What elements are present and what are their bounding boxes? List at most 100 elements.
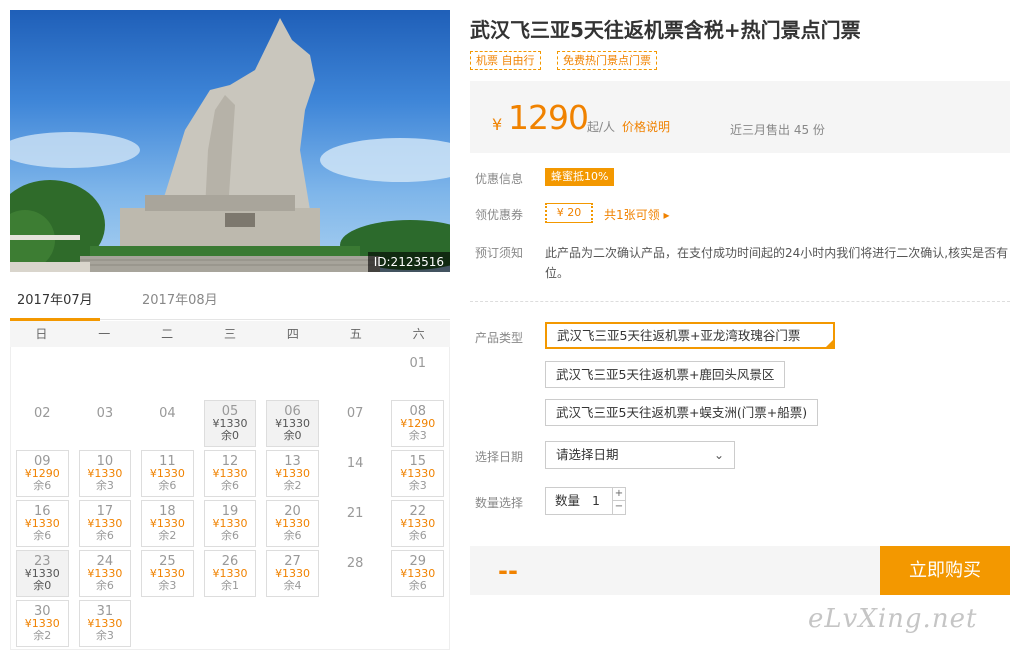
calendar-day[interactable]: 15 ¥1330 余3 bbox=[386, 447, 449, 497]
calendar-day-box[interactable]: 26 ¥1330 余1 bbox=[203, 550, 257, 597]
calendar-day-box[interactable]: 10 ¥1330 余3 bbox=[78, 450, 132, 497]
calendar-day-remaining: 余3 bbox=[95, 479, 114, 492]
calendar-day-box[interactable]: 11 ¥1330 余6 bbox=[141, 450, 194, 497]
calendar-day-box[interactable]: 31 ¥1330 余3 bbox=[78, 600, 132, 647]
calendar-day-box[interactable]: 25 ¥1330 余3 bbox=[141, 550, 194, 597]
calendar-day[interactable]: 27 ¥1330 余4 bbox=[261, 547, 324, 597]
calendar-day-box[interactable]: 12 ¥1330 余6 bbox=[203, 450, 257, 497]
coupon-label: 领优惠券 bbox=[475, 208, 524, 222]
image-id-badge: ID:2123516 bbox=[367, 252, 450, 272]
calendar-day[interactable]: 31 ¥1330 余3 bbox=[74, 597, 137, 647]
product-photo: ID:2123516 bbox=[10, 10, 450, 272]
calendar-day-box[interactable]: 19 ¥1330 余6 bbox=[203, 500, 257, 547]
calendar-day-box: 07 bbox=[329, 400, 382, 447]
calendar-day-remaining: 余0 bbox=[33, 579, 52, 592]
calendar-day[interactable]: 06 ¥1330 余0 bbox=[261, 397, 324, 447]
calendar-day-box: 28 bbox=[329, 550, 382, 597]
date-label: 选择日期 bbox=[475, 450, 524, 464]
calendar-day-number: 04 bbox=[159, 406, 176, 421]
product-type-option-2[interactable]: 武汉飞三亚5天往返机票+鹿回头风景区 bbox=[545, 361, 786, 388]
notice-label: 预订须知 bbox=[475, 246, 524, 260]
calendar-day-box[interactable]: 16 ¥1330 余6 bbox=[16, 500, 69, 547]
calendar-day[interactable]: 12 ¥1330 余6 bbox=[199, 447, 262, 497]
sold-count: 近三月售出 45 份 bbox=[730, 123, 825, 137]
calendar-day-box[interactable]: 17 ¥1330 余6 bbox=[78, 500, 132, 547]
calendar-day-number: 21 bbox=[346, 506, 364, 521]
calendar-day-box[interactable]: 18 ¥1330 余2 bbox=[141, 500, 194, 547]
calendar-day: 03 bbox=[74, 397, 137, 447]
coupon-claim-link[interactable]: 共1张可领 ▸ bbox=[604, 206, 669, 223]
calendar-empty-cell bbox=[74, 347, 137, 397]
calendar-day-remaining: 余4 bbox=[283, 579, 302, 592]
calendar-day-box[interactable]: 29 ¥1330 余6 bbox=[391, 550, 444, 597]
calendar-day[interactable]: 13 ¥1330 余2 bbox=[261, 447, 324, 497]
calendar-day[interactable]: 23 ¥1330 余0 bbox=[11, 547, 74, 597]
calendar-day-box[interactable]: 22 ¥1330 余6 bbox=[391, 500, 444, 547]
calendar-day-box[interactable]: 08 ¥1290 余3 bbox=[391, 400, 444, 447]
calendar-day-box[interactable]: 06 ¥1330 余0 bbox=[266, 400, 319, 447]
calendar-day[interactable]: 05 ¥1330 余0 bbox=[199, 397, 262, 447]
tab-month-july[interactable]: 2017年07月 bbox=[10, 290, 100, 321]
calendar-day[interactable]: 16 ¥1330 余6 bbox=[11, 497, 74, 547]
calendar-empty-cell bbox=[199, 347, 262, 397]
weekday-mon: 一 bbox=[98, 327, 111, 341]
calendar-day-box[interactable]: 20 ¥1330 余6 bbox=[266, 500, 319, 547]
calendar-day[interactable]: 22 ¥1330 余6 bbox=[386, 497, 449, 547]
coupon-ticket[interactable]: ¥ 20 bbox=[545, 203, 593, 223]
total-price: -- bbox=[498, 557, 518, 585]
quantity-stepper[interactable]: 数量 1 + − bbox=[545, 487, 626, 515]
calendar-empty-cell bbox=[136, 347, 199, 397]
calendar-day-box[interactable]: 24 ¥1330 余6 bbox=[78, 550, 132, 597]
tab-month-august[interactable]: 2017年08月 bbox=[142, 290, 218, 320]
tag-free-tickets: 免费热门景点门票 bbox=[557, 51, 657, 70]
weekday-wed: 三 bbox=[223, 327, 236, 341]
calendar-day-number: 07 bbox=[346, 406, 364, 421]
calendar-day[interactable]: 26 ¥1330 余1 bbox=[199, 547, 262, 597]
calendar-day-box[interactable]: 09 ¥1290 余6 bbox=[16, 450, 69, 497]
calendar-day-remaining: 余2 bbox=[158, 529, 177, 542]
quantity-label: 数量选择 bbox=[475, 496, 524, 510]
product-type-option-1[interactable]: 武汉飞三亚5天往返机票+亚龙湾玫瑰谷门票 bbox=[545, 322, 835, 349]
calendar-day[interactable]: 19 ¥1330 余6 bbox=[199, 497, 262, 547]
promo-badge: 蜂蜜抵10% bbox=[545, 168, 615, 186]
quantity-minus-button[interactable]: − bbox=[612, 501, 625, 514]
calendar-day-remaining: 余6 bbox=[33, 529, 52, 542]
calendar-empty-cell bbox=[261, 347, 324, 397]
quantity-value[interactable]: 1 bbox=[592, 488, 600, 514]
calendar-weekday-header: 日 一 二 三 四 五 六 bbox=[10, 321, 450, 347]
buy-now-button[interactable]: 立即购买 bbox=[880, 546, 1010, 595]
price-explain-link[interactable]: 价格说明 bbox=[622, 118, 670, 135]
calendar-day-box[interactable]: 27 ¥1330 余4 bbox=[266, 550, 319, 597]
quantity-plus-button[interactable]: + bbox=[612, 488, 625, 501]
calendar-day[interactable]: 10 ¥1330 余3 bbox=[74, 447, 137, 497]
calendar-day-box[interactable]: 13 ¥1330 余2 bbox=[266, 450, 319, 497]
calendar-day[interactable]: 25 ¥1330 余3 bbox=[136, 547, 199, 597]
calendar-day-remaining: 余3 bbox=[408, 479, 427, 492]
calendar-day[interactable]: 08 ¥1290 余3 bbox=[386, 397, 449, 447]
calendar-day-number: 03 bbox=[96, 406, 114, 421]
calendar-day-remaining: 余6 bbox=[408, 529, 427, 542]
product-type-option-3[interactable]: 武汉飞三亚5天往返机票+蜈支洲(门票+船票) bbox=[545, 399, 819, 426]
calendar-day[interactable]: 30 ¥1330 余2 bbox=[11, 597, 74, 647]
calendar-day-box[interactable]: 23 ¥1330 余0 bbox=[16, 550, 69, 597]
calendar-day[interactable]: 20 ¥1330 余6 bbox=[261, 497, 324, 547]
product-type-label: 产品类型 bbox=[475, 331, 524, 345]
tag-flight-free-travel: 机票 自由行 bbox=[470, 51, 541, 70]
calendar-day-box[interactable]: 30 ¥1330 余2 bbox=[16, 600, 69, 647]
calendar-day[interactable]: 09 ¥1290 余6 bbox=[11, 447, 74, 497]
calendar-day-remaining: 余3 bbox=[408, 429, 427, 442]
calendar-day-number: 28 bbox=[346, 556, 364, 571]
calendar-day[interactable]: 29 ¥1330 余6 bbox=[386, 547, 449, 597]
calendar-day-box[interactable]: 05 ¥1330 余0 bbox=[203, 400, 257, 447]
calendar-day-remaining: 余6 bbox=[95, 529, 114, 542]
date-select[interactable]: 请选择日期 ⌄ bbox=[545, 441, 735, 469]
chevron-down-icon: ⌄ bbox=[713, 448, 724, 462]
calendar-day[interactable]: 18 ¥1330 余2 bbox=[136, 497, 199, 547]
month-tabs: 2017年07月 2017年08月 bbox=[10, 290, 450, 321]
weekday-fri: 五 bbox=[349, 327, 362, 341]
calendar-day[interactable]: 17 ¥1330 余6 bbox=[74, 497, 137, 547]
calendar-day[interactable]: 11 ¥1330 余6 bbox=[136, 447, 199, 497]
calendar-day-remaining: 余6 bbox=[283, 529, 302, 542]
calendar-day-box[interactable]: 15 ¥1330 余3 bbox=[391, 450, 444, 497]
calendar-day[interactable]: 24 ¥1330 余6 bbox=[74, 547, 137, 597]
